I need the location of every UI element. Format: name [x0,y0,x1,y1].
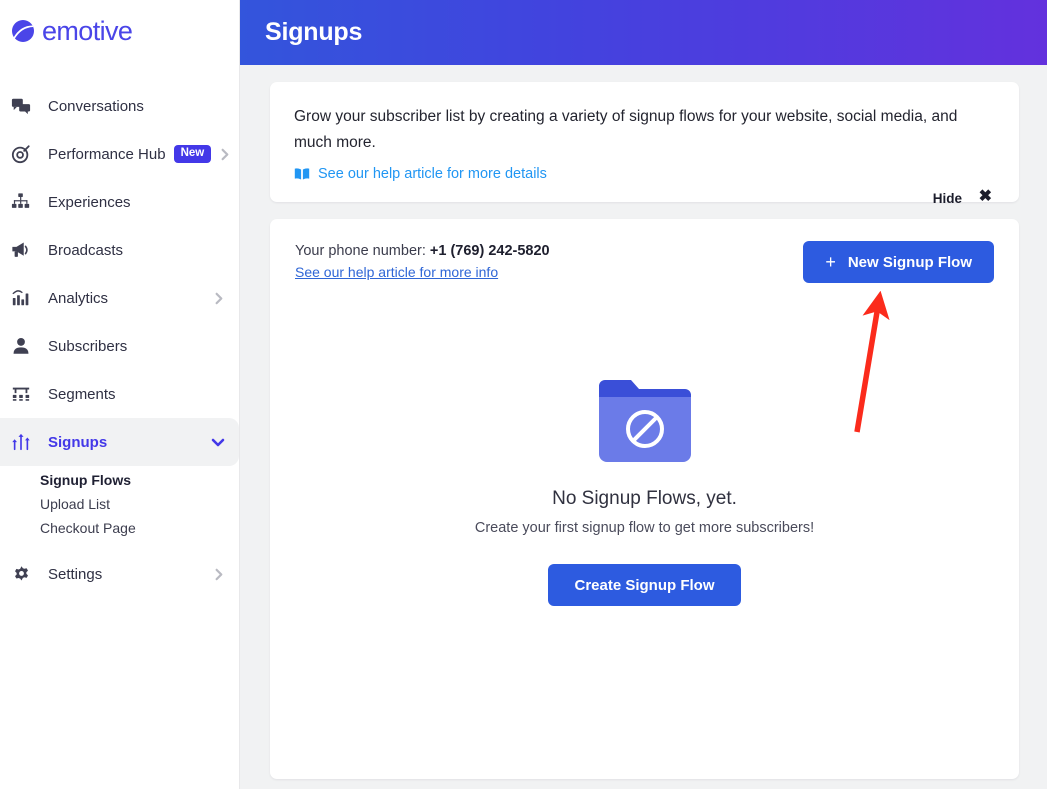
sidebar-item-label: Segments [48,385,116,403]
sidebar-item-label: Experiences [48,193,131,211]
banner-help-link[interactable]: See our help article for more details [294,166,547,182]
gear-icon [10,563,32,585]
page-content: Grow your subscriber list by creating a … [240,65,1047,779]
sidebar-item-conversations[interactable]: Conversations [0,82,239,130]
info-banner: Grow your subscriber list by creating a … [270,82,1019,206]
phone-label: Your phone number: [295,243,426,259]
sliders-icon [10,431,32,453]
main-area: Signups Grow your subscriber list by cre… [240,0,1047,789]
plus-icon: + [825,251,836,272]
page-header: Signups [240,0,1047,65]
new-signup-flow-label: New Signup Flow [847,253,972,271]
sidebar-item-broadcasts[interactable]: Broadcasts [0,226,239,274]
megaphone-icon [10,239,32,261]
sidebar-item-analytics[interactable]: Analytics [0,274,239,322]
phone-number-line: Your phone number: +1 (769) 242-5820 [295,241,550,261]
sidebar-item-signups[interactable]: Signups [0,418,239,466]
sidebar-item-label: Subscribers [48,337,128,355]
folder-blocked-icon [598,378,691,462]
panel-header: Your phone number: +1 (769) 242-5820 See… [295,241,994,283]
phone-number-value: +1 (769) 242-5820 [429,243,550,259]
person-icon [10,335,32,357]
sidebar-item-experiences[interactable]: Experiences [0,178,239,226]
signups-subnav: Signup Flows Upload List Checkout Page [0,468,239,540]
banner-text: Grow your subscriber list by creating a … [294,108,958,151]
banner-help-link-label: See our help article for more details [318,166,547,182]
chevron-right-icon[interactable] [217,148,231,161]
subnav-item-checkout-page[interactable]: Checkout Page [40,516,239,540]
sidebar-item-label: Broadcasts [48,241,124,259]
target-icon [10,143,32,165]
brand-logo[interactable]: emotive [0,0,239,62]
sitemap-icon [10,191,32,213]
brand-name: emotive [42,15,133,46]
sidebar-item-performance-hub[interactable]: Performance Hub New [0,130,239,178]
empty-state-title: No Signup Flows, yet. [552,488,737,509]
chevron-right-icon[interactable] [211,568,225,581]
new-badge: New [173,145,212,163]
bar-chart-icon [10,287,32,309]
subnav-item-signup-flows[interactable]: Signup Flows [40,468,239,492]
open-book-icon [294,166,310,182]
create-signup-flow-button[interactable]: Create Signup Flow [548,564,741,606]
sidebar-item-label: Performance Hub [48,145,166,163]
emotive-circle-logo-icon [8,16,38,46]
chevron-down-icon[interactable] [211,435,225,449]
sidebar-nav: Conversations Performance Hub New Experi… [0,82,239,598]
subnav-item-upload-list[interactable]: Upload List [40,492,239,516]
signup-flows-panel: Your phone number: +1 (769) 242-5820 See… [270,219,1019,779]
chevron-right-icon[interactable] [211,292,225,305]
sidebar-item-label: Conversations [48,97,144,115]
new-signup-flow-button[interactable]: + New Signup Flow [803,241,994,283]
phone-help-link[interactable]: See our help article for more info [295,264,550,280]
sidebar-item-label: Signups [48,433,108,451]
app-root: emotive Conversations Performance Hub Ne… [0,0,1047,789]
page-title: Signups [265,18,363,46]
sidebar-item-label: Settings [48,565,103,583]
sidebar-item-subscribers[interactable]: Subscribers [0,322,239,370]
segments-icon [10,383,32,405]
chat-bubbles-icon [10,95,32,117]
sidebar-item-label: Analytics [48,289,109,307]
empty-state: No Signup Flows, yet. Create your first … [295,378,994,606]
sidebar: emotive Conversations Performance Hub Ne… [0,0,240,789]
banner-hide-button[interactable]: Hide [933,191,962,206]
sidebar-item-segments[interactable]: Segments [0,370,239,418]
sidebar-item-settings[interactable]: Settings [0,550,239,598]
phone-block: Your phone number: +1 (769) 242-5820 See… [295,241,550,280]
empty-state-subtitle: Create your first signup flow to get mor… [474,520,815,536]
close-icon[interactable]: ✖ [979,189,992,205]
